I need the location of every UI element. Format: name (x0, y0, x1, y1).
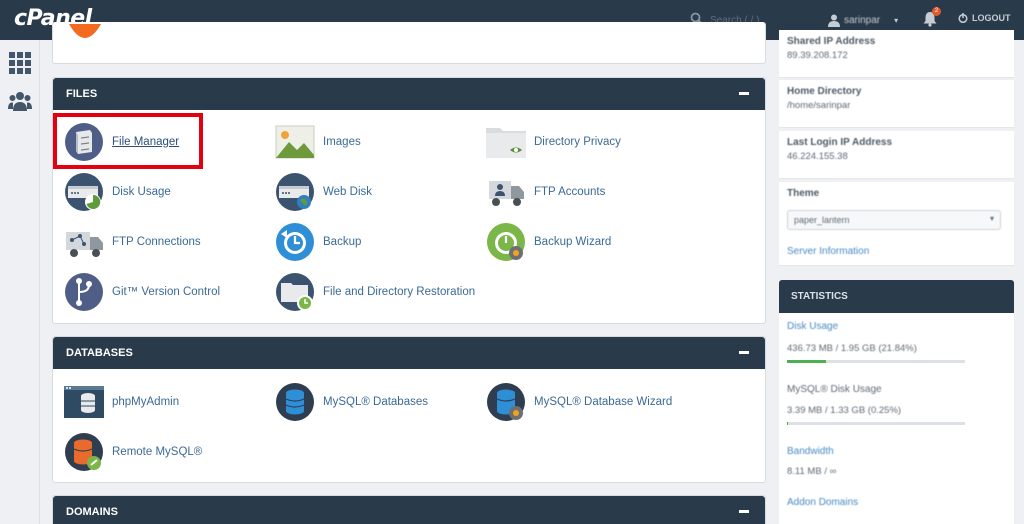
collapse-icon[interactable] (739, 510, 749, 513)
databases-panel-title: DATABASES (66, 347, 133, 359)
statistics-header[interactable]: STATISTICS (779, 280, 1014, 313)
tool-images[interactable]: Images (275, 122, 361, 162)
info-label: Last Login IP Address (787, 137, 893, 148)
tool-label: Git™ Version Control (112, 286, 221, 298)
username: sarinpar (844, 14, 881, 26)
tool-label: Directory Privacy (534, 136, 621, 148)
backup-icon (276, 223, 314, 261)
tool-backup[interactable]: Backup (275, 222, 361, 262)
collapse-icon[interactable] (739, 92, 749, 95)
notification-badge: 2 (932, 7, 941, 16)
restore-icon (276, 273, 314, 311)
statistics-panel: Disk Usage 436.73 MB / 1.95 GB (21.84%) … (779, 313, 1014, 524)
tool-label: File and Directory Restoration (323, 286, 476, 298)
stat-mysql-title: MySQL® Disk Usage (787, 384, 882, 395)
chevron-down-icon: ▾ (894, 15, 899, 25)
info-value: 46.224.155.38 (787, 151, 848, 162)
user-icon (828, 14, 840, 27)
stat-disk-usage-title[interactable]: Disk Usage (787, 321, 838, 332)
mysql-usage-bar (787, 422, 965, 425)
stat-disk-usage-value: 436.73 MB / 1.95 GB (21.84%) (787, 343, 917, 354)
web-disk-icon (276, 173, 314, 211)
info-value: 89.39.208.172 (787, 50, 848, 61)
file-manager-icon (65, 123, 103, 161)
tool-web-disk[interactable]: Web Disk (275, 172, 372, 212)
ftp-connections-icon (66, 232, 103, 257)
logout-button[interactable]: LOGOUT (958, 13, 1011, 23)
tool-label: FTP Accounts (534, 186, 606, 198)
theme-select-value: paper_lantern (794, 215, 850, 225)
info-label: Theme (787, 188, 820, 199)
grid-icon[interactable] (8, 52, 32, 74)
tool-mysql-databases[interactable]: MySQL® Databases (275, 382, 428, 422)
info-home-directory: Home Directory /home/sarinpar (779, 80, 1014, 128)
user-menu[interactable]: sarinpar ▾ (828, 12, 898, 28)
info-label: Home Directory (787, 86, 862, 97)
tool-git-version-control[interactable]: Git™ Version Control (64, 272, 220, 312)
directory-privacy-icon (486, 128, 526, 158)
ftp-accounts-icon (489, 181, 524, 206)
tool-label: Disk Usage (112, 186, 171, 198)
tool-mysql-database-wizard[interactable]: MySQL® Database Wizard (486, 382, 672, 422)
files-panel-title: FILES (66, 88, 98, 100)
info-last-login: Last Login IP Address 46.224.155.38 (779, 131, 1014, 179)
logout-icon (958, 13, 968, 23)
domains-panel: DOMAINS (52, 495, 766, 524)
disk-usage-icon (65, 173, 103, 211)
chevron-down-icon: ▾ (989, 214, 994, 223)
left-rail (0, 40, 40, 524)
tool-label: phpMyAdmin (112, 396, 180, 408)
stat-addon-domains-title[interactable]: Addon Domains (787, 497, 858, 508)
tool-phpmyadmin[interactable]: phpMyAdmin (64, 382, 179, 422)
tool-label: MySQL® Database Wizard (534, 396, 673, 408)
info-value: /home/sarinpar (787, 100, 851, 111)
mysql-databases-icon (276, 383, 314, 421)
tool-ftp-accounts[interactable]: FTP Accounts (486, 172, 605, 212)
backup-wizard-icon (487, 223, 525, 261)
mysql-wizard-icon (487, 383, 525, 421)
tool-file-manager[interactable]: File Manager (64, 122, 179, 162)
tool-ftp-connections[interactable]: FTP Connections (64, 222, 201, 262)
files-panel-header[interactable]: FILES (53, 78, 765, 110)
tool-file-directory-restoration[interactable]: File and Directory Restoration (275, 272, 475, 312)
domains-panel-title: DOMAINS (66, 506, 118, 518)
stat-mysql-value: 3.39 MB / 1.33 GB (0.25%) (787, 405, 902, 416)
previous-section-panel (52, 22, 766, 64)
collapse-icon[interactable] (739, 351, 749, 354)
git-icon (65, 273, 103, 311)
tool-label: Backup (323, 236, 362, 248)
info-label: Shared IP Address (787, 36, 876, 47)
users-icon[interactable] (8, 90, 32, 112)
tool-label: FTP Connections (112, 236, 201, 248)
phpmyadmin-icon (64, 386, 104, 418)
partial-icon (69, 24, 101, 38)
stat-bandwidth-title[interactable]: Bandwidth (787, 446, 834, 457)
tool-label: File Manager (112, 136, 180, 148)
info-shared-ip: Shared IP Address 89.39.208.172 (779, 30, 1014, 78)
stat-bandwidth-value: 8.11 MB / ∞ (787, 466, 837, 477)
remote-mysql-icon (65, 433, 103, 471)
disk-usage-bar-fill (787, 360, 826, 363)
tool-remote-mysql[interactable]: Remote MySQL® (64, 432, 202, 472)
tool-directory-privacy[interactable]: Directory Privacy (486, 122, 621, 162)
tool-label: Backup Wizard (534, 236, 612, 248)
images-icon (275, 125, 315, 159)
domains-panel-header[interactable]: DOMAINS (53, 496, 765, 524)
tool-backup-wizard[interactable]: Backup Wizard (486, 222, 611, 262)
tool-label: Images (323, 136, 361, 148)
server-information-link[interactable]: Server Information (787, 246, 869, 257)
databases-panel-header[interactable]: DATABASES (53, 337, 765, 369)
tool-label: Web Disk (323, 186, 372, 198)
disk-usage-bar (787, 360, 965, 363)
tool-label: Remote MySQL® (112, 446, 203, 458)
theme-select[interactable]: paper_lantern ▾ (787, 210, 1001, 230)
tool-disk-usage[interactable]: Disk Usage (64, 172, 171, 212)
logout-label: LOGOUT (972, 13, 1011, 23)
tool-label: MySQL® Databases (323, 396, 428, 408)
